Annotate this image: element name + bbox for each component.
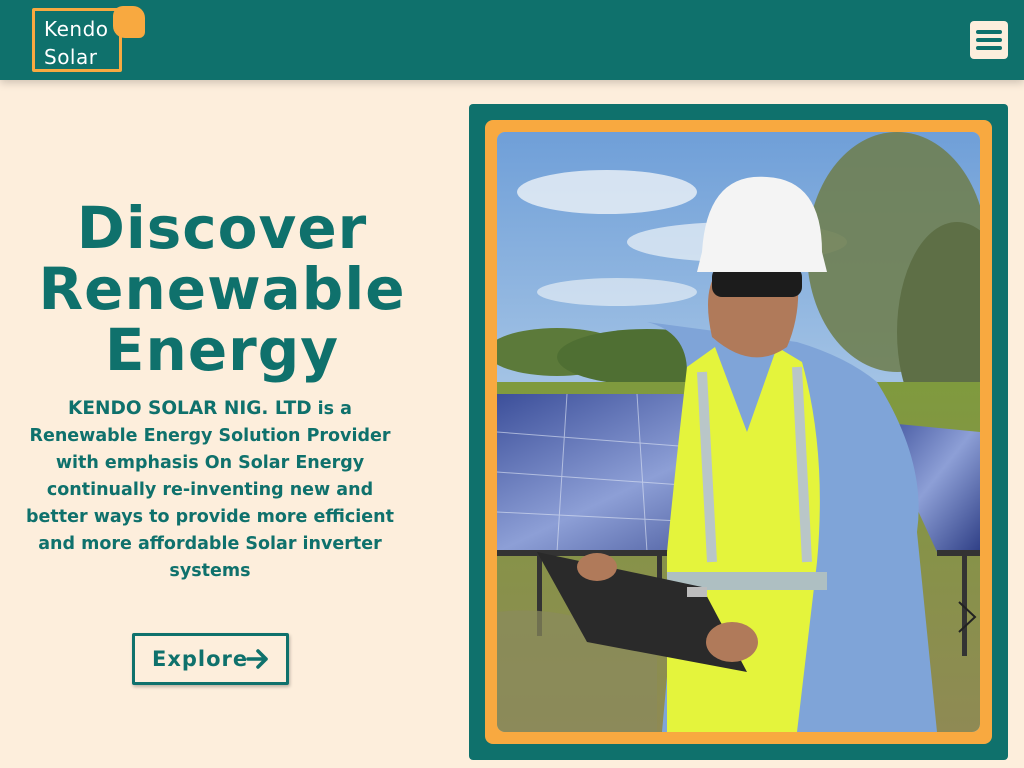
hero-image-border (485, 120, 992, 744)
explore-button-label: Explore (152, 647, 249, 671)
arrow-right-icon (246, 649, 268, 669)
hero-title-line-3: Energy (104, 316, 340, 384)
hamburger-menu-icon (976, 30, 1002, 34)
hero-title: Discover Renewable Energy (20, 198, 424, 381)
hamburger-menu-button[interactable] (970, 21, 1008, 59)
hero-title-line-1: Discover (76, 194, 368, 262)
logo-line-2: Solar (44, 45, 98, 69)
hero-description: KENDO SOLAR NIG. LTD is a Renewable Ener… (26, 395, 394, 585)
company-name: KENDO SOLAR NIG. LTD (68, 398, 312, 419)
logo-accent-shape (113, 6, 145, 38)
logo-line-1: Kendo (44, 17, 109, 41)
hero-image-frame (469, 104, 1008, 760)
navbar: Kendo Solar (0, 0, 1024, 80)
hero-title-line-2: Renewable (38, 255, 406, 323)
hero-description-text: is a Renewable Energy Solution Provider … (26, 399, 394, 581)
explore-button[interactable]: Explore (132, 633, 289, 685)
engineer-solar-panels-illustration (497, 132, 980, 732)
hamburger-menu-icon-bar (976, 46, 1002, 50)
hamburger-menu-icon-bar (976, 38, 1002, 42)
logo[interactable]: Kendo Solar (32, 6, 145, 72)
hero-image (497, 132, 980, 732)
logo-text: Kendo Solar (44, 15, 109, 71)
